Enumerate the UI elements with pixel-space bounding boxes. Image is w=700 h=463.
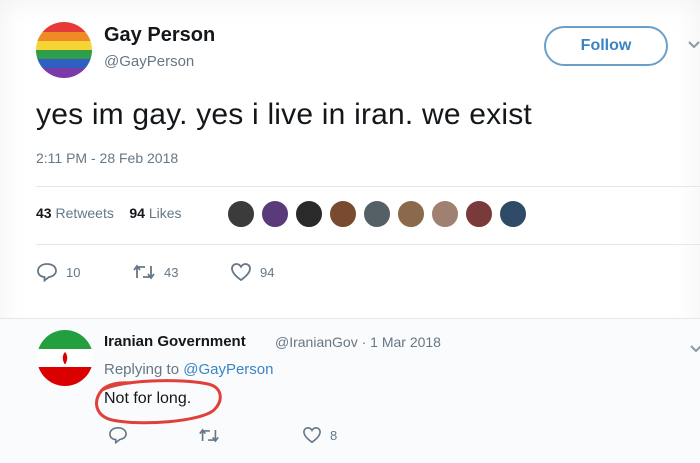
- liker-avatars: [226, 199, 532, 229]
- reply-count: 10: [66, 264, 81, 280]
- engagement-stats: 43 Retweets 94 Likes: [36, 205, 182, 221]
- annotation-circle: [95, 379, 222, 425]
- likes-stat[interactable]: 94 Likes: [129, 205, 181, 221]
- tweet-text: yes im gay. yes i live in iran. we exist: [36, 98, 532, 131]
- retweets-stat[interactable]: 43 Retweets: [36, 205, 114, 221]
- like-count: 94: [260, 264, 275, 280]
- liker-avatar[interactable]: [396, 199, 426, 229]
- liker-avatar[interactable]: [430, 199, 460, 229]
- replying-to-link[interactable]: @GayPerson: [183, 361, 273, 378]
- liker-avatar[interactable]: [260, 199, 290, 229]
- heart-icon: [303, 426, 321, 444]
- chevron-down-icon[interactable]: [690, 340, 700, 356]
- reply-like-count: 8: [330, 427, 338, 443]
- like-action[interactable]: 94: [230, 262, 274, 282]
- liker-avatar[interactable]: [294, 199, 324, 229]
- retweet-count: 43: [164, 264, 179, 280]
- reply-date[interactable]: · 1 Mar 2018: [362, 334, 441, 350]
- reply-meta: @IranianGov · 1 Mar 2018: [275, 334, 441, 350]
- reply-action[interactable]: 10: [36, 262, 132, 282]
- user-avatar[interactable]: [36, 22, 92, 78]
- heart-icon: [231, 263, 251, 282]
- reply-display-name[interactable]: Iranian Government: [104, 333, 246, 350]
- liker-avatar[interactable]: [226, 199, 256, 229]
- reply-icon: [109, 426, 127, 444]
- reply-retweet-action[interactable]: [198, 427, 302, 444]
- tweet-actions: 10 43 94: [36, 262, 274, 282]
- liker-avatar[interactable]: [464, 199, 494, 229]
- user-handle[interactable]: @GayPerson: [104, 53, 194, 70]
- reply-avatar[interactable]: [37, 330, 93, 386]
- reply-actions: 8: [108, 426, 337, 444]
- follow-button[interactable]: Follow: [544, 26, 668, 66]
- retweet-icon: [199, 428, 219, 442]
- display-name[interactable]: Gay Person: [104, 24, 215, 47]
- liker-avatar[interactable]: [328, 199, 358, 229]
- tweet-card: Gay Person @GayPerson Follow yes im gay.…: [0, 0, 700, 463]
- retweet-icon: [133, 264, 155, 280]
- divider: [36, 244, 700, 245]
- liker-avatar[interactable]: [498, 199, 528, 229]
- reply-icon: [37, 263, 57, 282]
- reply-handle[interactable]: @IranianGov: [275, 334, 358, 350]
- reply-like-action[interactable]: 8: [302, 426, 337, 444]
- tweet-timestamp[interactable]: 2:11 PM - 28 Feb 2018: [36, 150, 178, 166]
- liker-avatar[interactable]: [362, 199, 392, 229]
- replying-to: Replying to @GayPerson: [104, 361, 274, 378]
- chevron-down-icon[interactable]: [688, 36, 700, 52]
- retweet-action[interactable]: 43: [132, 263, 230, 281]
- divider: [36, 186, 700, 187]
- reply-reply-action[interactable]: [108, 426, 198, 444]
